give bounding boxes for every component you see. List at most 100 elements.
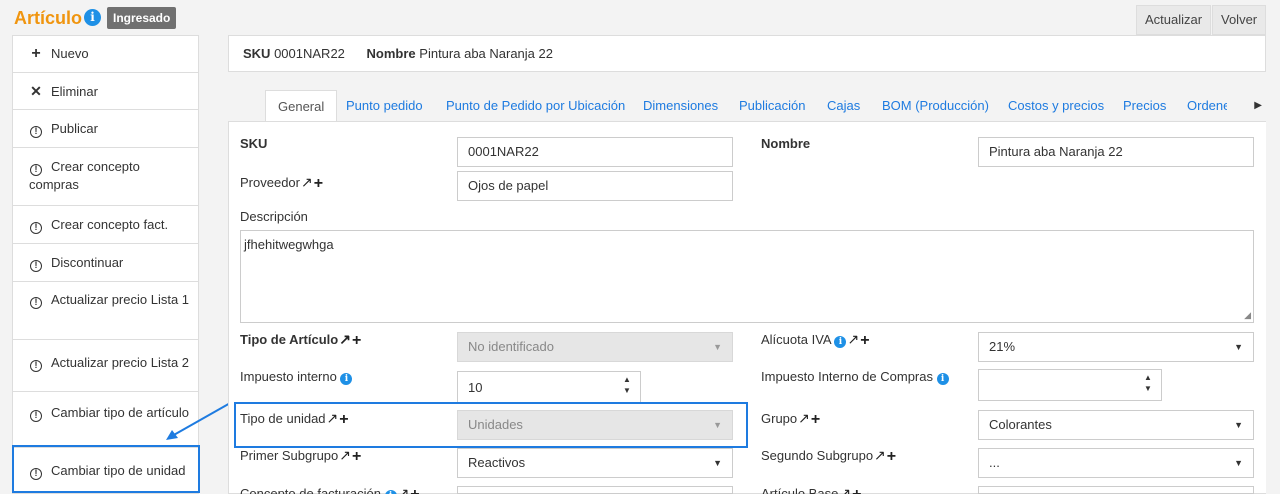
grupo-select[interactable]: Colorantes ▼ bbox=[978, 410, 1254, 440]
sidebar-item-label: Crear concepto compras bbox=[29, 159, 140, 192]
alert-circle-icon: ! bbox=[29, 216, 43, 234]
external-link-icon[interactable]: ↗ bbox=[398, 485, 410, 494]
sidebar-item-actualizar-precio-lista-1[interactable]: ! Actualizar precio Lista 1 bbox=[13, 282, 198, 340]
tipo-unidad-highlight-box bbox=[234, 402, 748, 448]
chevron-down-icon: ▼ bbox=[1234, 342, 1243, 352]
sidebar-item-crear-concepto-fact[interactable]: ! Crear concepto fact. bbox=[13, 206, 198, 244]
primer-subgrupo-label-group: Primer Subgrupo↗+ bbox=[240, 447, 361, 466]
descripcion-text: jfhehitwegwhga bbox=[244, 237, 334, 252]
impuesto-interno-value: 10 bbox=[468, 380, 483, 395]
sidebar-item-label: Actualizar precio Lista 1 bbox=[51, 292, 190, 307]
refresh-button[interactable]: Actualizar bbox=[1136, 5, 1212, 35]
tab-general[interactable]: General bbox=[265, 90, 338, 122]
info-icon[interactable]: i bbox=[834, 336, 847, 348]
external-link-icon[interactable]: ↗ bbox=[339, 447, 351, 464]
back-button[interactable]: Volver bbox=[1212, 5, 1267, 35]
chevron-down-icon: ▼ bbox=[713, 342, 722, 352]
page-header: Artículo i Ingresado Actualizar Volver bbox=[0, 0, 1280, 36]
concepto-facturacion-input[interactable] bbox=[457, 486, 733, 494]
alert-circle-icon: ! bbox=[29, 158, 43, 176]
grupo-label: Grupo bbox=[761, 411, 798, 426]
sidebar-item-actualizar-precio-lista-2[interactable]: ! Actualizar precio Lista 2 bbox=[13, 340, 198, 392]
tab-precios[interactable]: Precios bbox=[1123, 90, 1166, 122]
grupo-label-group: Grupo↗+ bbox=[761, 410, 820, 429]
concepto-facturacion-label: Concepto de facturación bbox=[240, 486, 381, 494]
alert-circle-icon: ! bbox=[29, 254, 43, 272]
impuesto-compras-label-group: Impuesto Interno de Compras i bbox=[761, 369, 949, 385]
impuesto-interno-input[interactable]: 10 ▲ ▼ bbox=[457, 371, 641, 403]
sidebar-item-label: Crear concepto fact. bbox=[51, 217, 169, 232]
info-icon[interactable]: i bbox=[936, 373, 949, 385]
plus-icon[interactable]: + bbox=[410, 486, 419, 494]
tab-bom-produccion[interactable]: BOM (Producción) bbox=[882, 90, 989, 122]
sidebar-item-discontinuar[interactable]: ! Discontinuar bbox=[13, 244, 198, 282]
alert-circle-icon: ! bbox=[29, 354, 43, 372]
plus-icon: + bbox=[31, 45, 41, 62]
impuesto-compras-label: Impuesto Interno de Compras bbox=[761, 369, 933, 384]
external-link-icon[interactable]: ↗ bbox=[874, 447, 886, 464]
alicuota-label: Alícuota IVA bbox=[761, 332, 831, 347]
segundo-subgrupo-label: Segundo Subgrupo bbox=[761, 448, 874, 463]
tab-punto-pedido[interactable]: Punto pedido bbox=[346, 90, 423, 122]
sidebar-item-label: Nuevo bbox=[51, 46, 89, 61]
nombre-input[interactable]: Pintura aba Naranja 22 bbox=[978, 137, 1254, 167]
resize-grip-icon[interactable]: ◢ bbox=[1244, 310, 1251, 321]
sidebar-item-label: Actualizar precio Lista 2 bbox=[51, 355, 190, 370]
external-link-icon[interactable]: ↗ bbox=[839, 485, 851, 494]
chevron-down-icon: ▼ bbox=[1234, 420, 1243, 430]
plus-icon[interactable]: + bbox=[811, 411, 820, 429]
sidebar-item-crear-concepto-compras[interactable]: ! Crear concepto compras bbox=[13, 148, 198, 206]
primer-subgrupo-select[interactable]: Reactivos ▼ bbox=[457, 448, 733, 478]
tabs-scroll-right-icon[interactable]: ▶ bbox=[1254, 100, 1262, 111]
close-icon: ✕ bbox=[30, 83, 42, 99]
plus-icon[interactable]: + bbox=[352, 332, 361, 350]
plus-icon[interactable]: + bbox=[860, 332, 869, 350]
tipo-articulo-value: No identificado bbox=[468, 339, 554, 354]
segundo-subgrupo-value: ... bbox=[989, 455, 1000, 470]
sidebar-highlight-box bbox=[12, 445, 200, 493]
article-summary-bar: SKU 0001NAR22 Nombre Pintura aba Naranja… bbox=[228, 35, 1266, 72]
plus-icon[interactable]: + bbox=[887, 448, 896, 466]
tab-punto-pedido-ubicacion[interactable]: Punto de Pedido por Ubicación bbox=[446, 90, 625, 122]
external-link-icon[interactable]: ↗ bbox=[339, 331, 351, 348]
grupo-value: Colorantes bbox=[989, 417, 1052, 432]
concepto-label-group: Concepto de facturación i↗+ bbox=[240, 485, 420, 494]
tab-ordenes[interactable]: Ordene bbox=[1187, 90, 1227, 122]
sidebar-item-publicar[interactable]: ! Publicar bbox=[13, 110, 198, 148]
tab-publicacion[interactable]: Publicación bbox=[739, 90, 806, 122]
alicuota-value: 21% bbox=[989, 339, 1016, 354]
info-icon[interactable]: i bbox=[384, 490, 397, 494]
proveedor-input[interactable]: Ojos de papel bbox=[457, 171, 733, 201]
external-link-icon[interactable]: ↗ bbox=[798, 410, 810, 427]
plus-icon[interactable]: + bbox=[852, 486, 861, 494]
info-icon[interactable]: i bbox=[340, 373, 353, 385]
sidebar-item-label: Eliminar bbox=[51, 84, 98, 99]
sidebar-item-nuevo[interactable]: + Nuevo bbox=[13, 36, 198, 73]
tipo-articulo-label: Tipo de Artículo bbox=[240, 332, 339, 347]
segundo-subgrupo-label-group: Segundo Subgrupo↗+ bbox=[761, 447, 896, 466]
alicuota-label-group: Alícuota IVA i ↗+ bbox=[761, 331, 870, 350]
number-stepper-icon[interactable]: ▲ ▼ bbox=[1141, 372, 1155, 394]
sku-label: SKU bbox=[240, 136, 268, 151]
chevron-down-icon: ▼ bbox=[713, 458, 722, 468]
tab-cajas[interactable]: Cajas bbox=[827, 90, 860, 122]
alicuota-select[interactable]: 21% ▼ bbox=[978, 332, 1254, 362]
descripcion-textarea[interactable]: jfhehitwegwhga ◢ bbox=[240, 230, 1254, 323]
sidebar-item-eliminar[interactable]: ✕ Eliminar bbox=[13, 73, 198, 110]
plus-icon[interactable]: + bbox=[352, 448, 361, 466]
plus-icon[interactable]: + bbox=[314, 175, 323, 193]
impuesto-compras-input[interactable]: ▲ ▼ bbox=[978, 369, 1162, 401]
number-stepper-icon[interactable]: ▲ ▼ bbox=[620, 374, 634, 396]
tab-costos-precios[interactable]: Costos y precios bbox=[1008, 90, 1104, 122]
articulo-base-input[interactable] bbox=[978, 486, 1254, 494]
info-icon[interactable]: i bbox=[84, 9, 101, 26]
tab-dimensiones[interactable]: Dimensiones bbox=[643, 90, 718, 122]
sku-input[interactable]: 0001NAR22 bbox=[457, 137, 733, 167]
tipo-articulo-select: No identificado ▼ bbox=[457, 332, 733, 362]
summary-name-label: Nombre bbox=[366, 46, 416, 61]
external-link-icon[interactable]: ↗ bbox=[301, 174, 313, 191]
segundo-subgrupo-select[interactable]: ... ▼ bbox=[978, 448, 1254, 478]
external-link-icon[interactable]: ↗ bbox=[847, 331, 859, 348]
alert-circle-icon: ! bbox=[29, 120, 43, 138]
alert-circle-icon: ! bbox=[29, 291, 43, 309]
